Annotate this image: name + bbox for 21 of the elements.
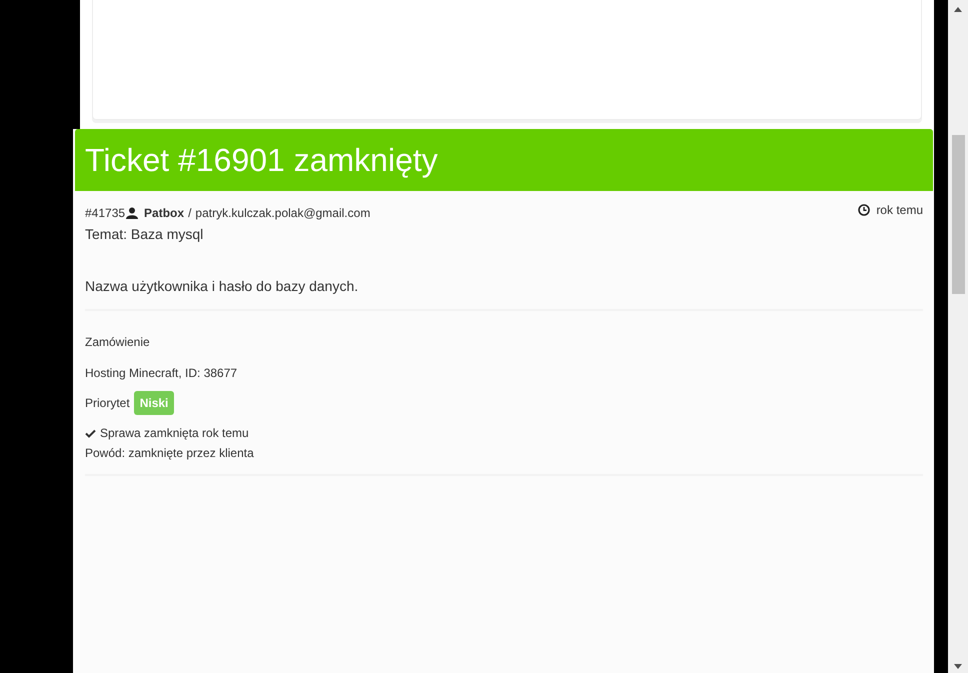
message-time: rok temu (876, 202, 923, 219)
ticket-title: Ticket #16901 zamknięty (85, 144, 438, 176)
message-subject: Temat: Baza mysql (85, 225, 204, 244)
scroll-down-icon[interactable] (954, 664, 962, 669)
order-info: Hosting Minecraft, ID: 38677 (85, 365, 238, 382)
message-body: Nazwa użytkownika i hasło do bazy danych. (85, 276, 923, 311)
separator: / (188, 205, 192, 222)
priority-label: Priorytet (85, 395, 130, 412)
closed-status: Sprawa zamknięta rok temu (100, 425, 249, 442)
author-name: Patbox (144, 205, 184, 222)
checkmark-icon (85, 428, 96, 438)
close-reason: Powód: zamknięte przez klienta (85, 445, 255, 462)
user-icon (126, 207, 138, 219)
scroll-up-icon[interactable] (954, 7, 962, 12)
order-label: Zamówienie (85, 334, 151, 351)
scrollbar-thumb[interactable] (952, 135, 964, 294)
author-email: patryk.kulczak.polak@gmail.com (195, 205, 370, 222)
priority-badge: Niski (134, 391, 174, 415)
clock-icon (858, 204, 870, 216)
message-number: #41735 (85, 205, 126, 222)
scrollbar[interactable] (948, 0, 968, 673)
